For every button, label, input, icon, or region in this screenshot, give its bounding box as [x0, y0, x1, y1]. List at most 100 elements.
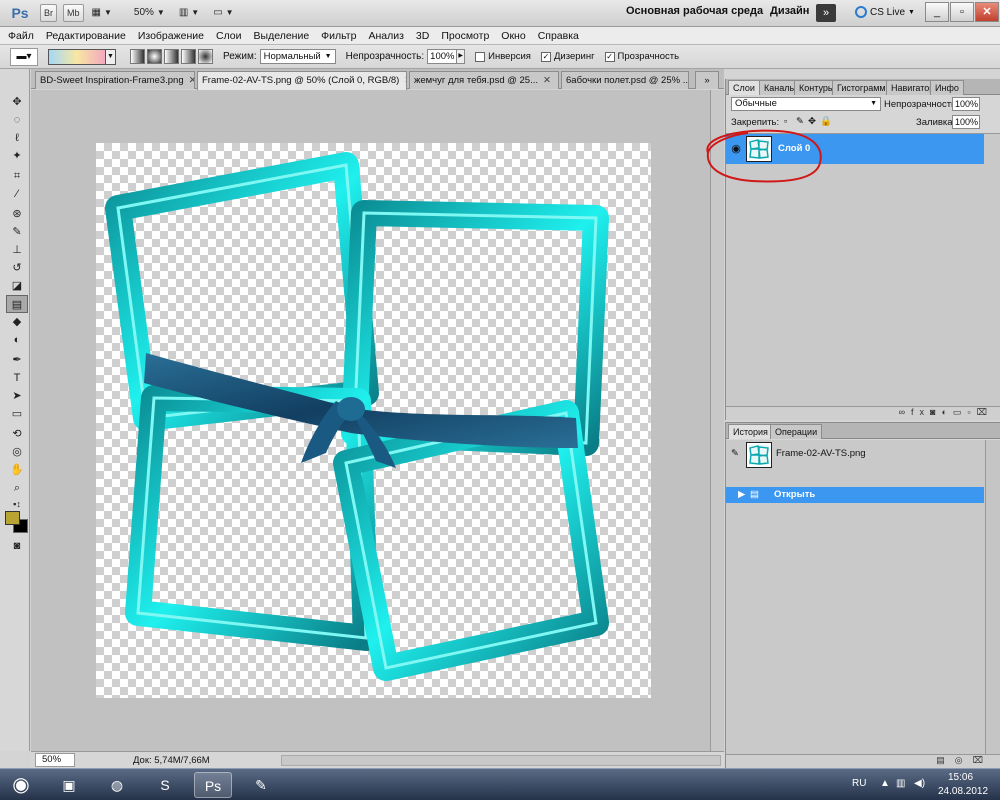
lock-transparent-icon[interactable]: ▫ [784, 116, 787, 127]
network-icon[interactable]: ▥ [896, 778, 905, 800]
workspace-essentials[interactable]: Основная рабочая среда [626, 5, 763, 17]
tab-document-4[interactable]: 6абочки полет.psd @ 25% ...✕ [561, 71, 689, 89]
canvas-area[interactable] [31, 90, 724, 751]
firefox-icon[interactable]: ◍ [98, 772, 136, 798]
close-button[interactable]: ✕ [975, 2, 999, 22]
delete-layer-icon[interactable]: ⌧ [977, 407, 993, 417]
more-tabs-icon[interactable]: » [695, 71, 719, 89]
history-item-open[interactable]: ▶ ▤ Открыть [726, 487, 984, 503]
type-tool-icon[interactable]: T [6, 369, 28, 387]
language-indicator[interactable]: RU [852, 778, 866, 800]
lock-all-icon[interactable]: 🔒 [820, 116, 832, 127]
clock-date[interactable]: 24.08.2012 [938, 786, 988, 800]
menu-help[interactable]: Справка [538, 30, 579, 42]
tab-document-3[interactable]: жемчуг для тебя.psd @ 25... ✕ [409, 71, 559, 89]
workspace-design[interactable]: Дизайн [770, 5, 809, 17]
layer-opacity-input[interactable]: 100% [952, 97, 980, 111]
save-app-icon[interactable]: ▣ [50, 772, 88, 798]
3d-orbit-tool-icon[interactable]: ◎ [6, 443, 28, 461]
tab-actions[interactable]: Операции [770, 424, 823, 439]
close-icon[interactable]: ✕ [189, 75, 194, 86]
tab-document-1[interactable]: BD-Sweet Inspiration-Frame3.png ✕ [35, 71, 195, 89]
lasso-tool-icon[interactable]: ℓ [6, 129, 28, 147]
menu-select[interactable]: Выделение [254, 30, 310, 42]
menu-edit[interactable]: Редактирование [46, 30, 126, 42]
eye-icon[interactable]: ◉ [729, 142, 743, 156]
minimize-button[interactable]: _ [925, 2, 949, 22]
opacity-slider-arrow-icon[interactable]: ▶ [457, 49, 466, 64]
lock-image-icon[interactable]: ✎ [796, 116, 804, 127]
zoom-level-dropdown[interactable]: 50% ▼ [134, 4, 165, 22]
history-snapshot[interactable]: ✎ Frame-02-AV-TS.png [726, 440, 984, 468]
tray-arrow-icon[interactable]: ▲ [880, 778, 890, 800]
new-group-icon[interactable]: ▭ [953, 407, 968, 417]
start-button-icon[interactable]: ◉ [2, 772, 40, 798]
menu-filter[interactable]: Фильтр [321, 30, 356, 42]
close-icon[interactable]: ✕ [543, 75, 551, 86]
quick-mask-icon[interactable]: ◙ [6, 537, 28, 555]
arrange-documents-dropdown[interactable]: ▥ ▼ [179, 4, 199, 22]
tab-document-2[interactable]: Frame-02-AV-TS.png @ 50% (Слой 0, RGB/8)… [197, 71, 407, 90]
history-scrollbar[interactable] [985, 440, 1000, 755]
menu-layer[interactable]: Слои [216, 30, 242, 42]
adjustment-layer-icon[interactable]: ◐ [941, 407, 952, 417]
restore-button[interactable]: ▫ [950, 2, 974, 22]
spot-healing-tool-icon[interactable]: ⊛ [6, 205, 28, 223]
new-document-icon[interactable]: ▤ [936, 755, 955, 765]
3d-rotate-tool-icon[interactable]: ⟲ [6, 425, 28, 443]
brush-tool-icon[interactable]: ✎ [6, 223, 28, 241]
view-extras-dropdown[interactable]: ▦ ▼ [92, 4, 112, 22]
layer-row[interactable]: ◉ Слой 0 [726, 134, 984, 164]
delete-state-icon[interactable]: ⌧ [973, 755, 993, 765]
snapshot-camera-icon[interactable]: ◎ [955, 755, 973, 765]
menu-analysis[interactable]: Анализ [368, 30, 403, 42]
zoom-field[interactable]: 50% [35, 753, 75, 767]
menu-file[interactable]: Файл [8, 30, 34, 42]
tab-layers[interactable]: Слои [728, 80, 760, 95]
clone-stamp-tool-icon[interactable]: ⊥ [6, 241, 28, 259]
history-brush-tool-icon[interactable]: ↺ [6, 259, 28, 277]
angle-gradient-icon[interactable] [164, 49, 179, 64]
eyedropper-tool-icon[interactable]: ⁄ [6, 185, 28, 203]
menu-view[interactable]: Просмотр [441, 30, 489, 42]
magic-wand-tool-icon[interactable]: ✦ [6, 147, 28, 165]
brush-source-icon[interactable]: ✎ [731, 448, 739, 459]
document-canvas[interactable] [96, 143, 651, 698]
add-mask-icon[interactable]: ◙ [930, 407, 941, 417]
crop-tool-icon[interactable]: ⌗ [6, 167, 28, 185]
tab-info[interactable]: Инфо [930, 80, 964, 95]
lock-position-icon[interactable]: ✥ [808, 116, 816, 127]
reflected-gradient-icon[interactable] [181, 49, 196, 64]
minibridge-button[interactable]: Mb [63, 4, 84, 22]
menu-image[interactable]: Изображение [138, 30, 204, 42]
volume-icon[interactable]: ◀) [914, 778, 925, 800]
dither-checkbox[interactable]: ✓ [540, 51, 551, 62]
mode-select[interactable]: Нормальный ▼ [259, 49, 336, 64]
gradient-tool-icon[interactable]: ▤ [6, 295, 28, 313]
dodge-tool-icon[interactable]: ◐ [6, 331, 28, 349]
blur-tool-icon[interactable]: ◆ [6, 313, 28, 331]
tab-history[interactable]: История [728, 424, 773, 439]
radial-gradient-icon[interactable] [147, 49, 162, 64]
diamond-gradient-icon[interactable] [198, 49, 213, 64]
foreground-color-swatch[interactable] [5, 511, 20, 525]
marquee-tool-icon[interactable]: ◌ [6, 111, 28, 129]
link-layers-icon[interactable]: ∞ [899, 407, 911, 417]
linear-gradient-icon[interactable] [130, 49, 145, 64]
cs-live-menu[interactable]: CS Live ▼ [855, 6, 915, 18]
eraser-tool-icon[interactable]: ◪ [6, 277, 28, 295]
vertical-scrollbar[interactable] [710, 90, 724, 751]
more-workspaces-icon[interactable]: » [816, 4, 836, 22]
skype-icon[interactable]: S [146, 772, 184, 798]
bridge-button[interactable]: Br [40, 4, 57, 22]
fill-input[interactable]: 100% [952, 115, 980, 129]
photoshop-taskbar-icon[interactable]: Ps [194, 772, 232, 798]
hand-tool-icon[interactable]: ✋ [6, 461, 28, 479]
transparency-checkbox[interactable]: ✓ [604, 51, 615, 62]
gradient-picker[interactable] [48, 48, 106, 65]
blend-mode-select[interactable]: Обычные ▼ [731, 97, 881, 111]
menu-window[interactable]: Окно [501, 30, 525, 42]
gradient-dropdown-icon[interactable]: ▼ [106, 48, 116, 65]
fx-icon[interactable]: fx [911, 407, 930, 417]
screen-mode-dropdown[interactable]: ▭ ▼ [213, 4, 233, 22]
